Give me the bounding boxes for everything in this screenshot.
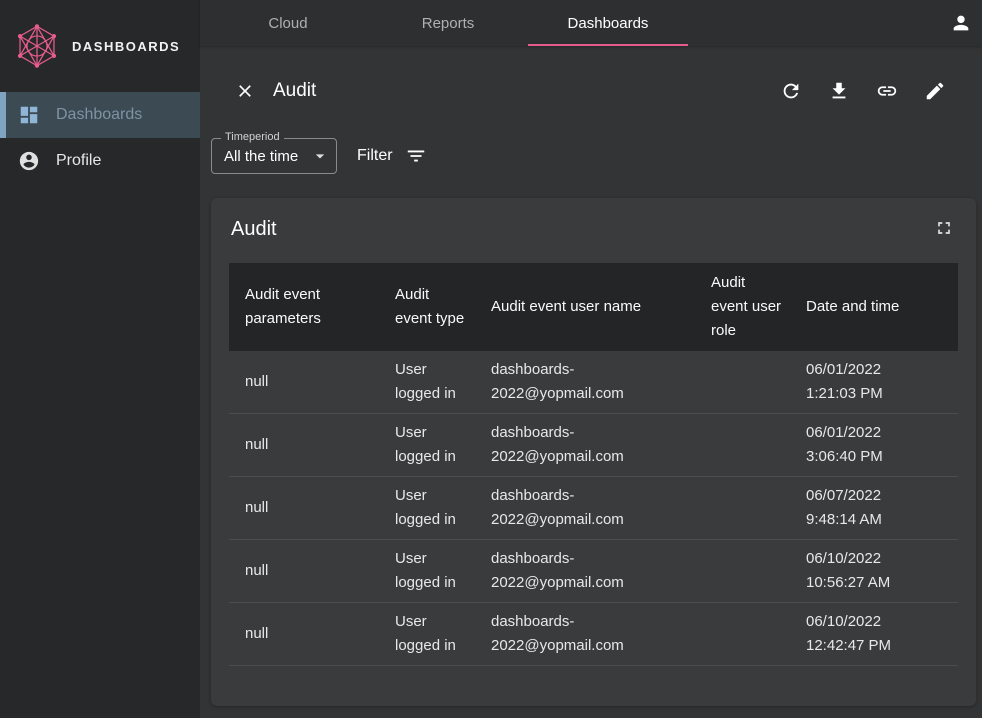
column-header-user-role: Audit event user role [695, 263, 790, 351]
timeperiod-value: All the time [224, 148, 298, 165]
refresh-icon[interactable] [780, 80, 802, 102]
brand: DASHBOARDS [0, 0, 200, 92]
cell-role [695, 414, 790, 477]
sidebar: DASHBOARDS Dashboards Profile [0, 0, 200, 718]
table-row: null User logged in dashboards-2022@yopm… [229, 603, 958, 666]
account-icon[interactable] [950, 12, 972, 34]
cell-params: null [229, 603, 379, 666]
link-icon[interactable] [876, 80, 898, 102]
chevron-down-icon [310, 146, 330, 166]
dashboard-grid-icon [18, 104, 40, 126]
filter-list-icon[interactable] [405, 145, 427, 167]
audit-table: Audit event parameters Audit event type … [229, 263, 958, 666]
tab-reports[interactable]: Reports [368, 0, 528, 46]
cell-type: User logged in [379, 603, 475, 666]
cell-role [695, 351, 790, 414]
download-icon[interactable] [828, 80, 850, 102]
timeperiod-label: Timeperiod [221, 131, 284, 143]
cell-user: dashboards-2022@yopmail.com [475, 540, 695, 603]
cell-time: 9:48:14 AM [806, 508, 950, 532]
cell-date: 06/10/2022 [806, 547, 950, 571]
cell-type: User logged in [379, 351, 475, 414]
profile-icon [18, 150, 40, 172]
cell-date: 06/01/2022 [806, 421, 950, 445]
edit-icon[interactable] [924, 80, 946, 102]
main-column: Cloud Reports Dashboards Audit [200, 0, 982, 718]
cell-type: User logged in [379, 477, 475, 540]
column-header-type: Audit event type [379, 263, 475, 351]
header-actions [780, 80, 946, 102]
table-row: null User logged in dashboards-2022@yopm… [229, 414, 958, 477]
cell-datetime: 06/10/2022 10:56:27 AM [790, 540, 958, 603]
cell-params: null [229, 540, 379, 603]
sidebar-item-profile[interactable]: Profile [0, 138, 200, 184]
table-row: null User logged in dashboards-2022@yopm… [229, 351, 958, 414]
table-row: null User logged in dashboards-2022@yopm… [229, 540, 958, 603]
fullscreen-icon[interactable] [934, 218, 954, 238]
column-header-parameters: Audit event parameters [229, 263, 379, 351]
page-title: Audit [273, 80, 316, 102]
cell-datetime: 06/07/2022 9:48:14 AM [790, 477, 958, 540]
sidebar-item-label: Profile [56, 152, 101, 170]
cell-date: 06/10/2022 [806, 610, 950, 634]
cell-user: dashboards-2022@yopmail.com [475, 351, 695, 414]
cell-user: dashboards-2022@yopmail.com [475, 477, 695, 540]
cell-params: null [229, 351, 379, 414]
cell-role [695, 477, 790, 540]
panel-title: Audit [231, 218, 277, 241]
filter-row: Timeperiod All the time Filter [211, 138, 976, 174]
filter-button-label[interactable]: Filter [357, 147, 393, 165]
timeperiod-select[interactable]: Timeperiod All the time [211, 138, 337, 174]
cell-params: null [229, 477, 379, 540]
cell-type: User logged in [379, 414, 475, 477]
sidebar-item-dashboards[interactable]: Dashboards [0, 92, 200, 138]
audit-panel-header: Audit [229, 218, 958, 241]
content-area: Audit [200, 46, 982, 718]
tab-cloud[interactable]: Cloud [208, 0, 368, 46]
audit-panel: Audit Audit event parameters Audit event… [211, 198, 976, 706]
cell-datetime: 06/10/2022 12:42:47 PM [790, 603, 958, 666]
cell-type: User logged in [379, 540, 475, 603]
top-tab-bar: Cloud Reports Dashboards [200, 0, 982, 46]
brand-logo-icon [14, 23, 60, 69]
cell-time: 12:42:47 PM [806, 634, 950, 658]
cell-time: 3:06:40 PM [806, 445, 950, 469]
cell-date: 06/07/2022 [806, 484, 950, 508]
cell-time: 10:56:27 AM [806, 571, 950, 595]
cell-date: 06/01/2022 [806, 358, 950, 382]
cell-role [695, 540, 790, 603]
brand-name: DASHBOARDS [72, 39, 180, 54]
table-row: null User logged in dashboards-2022@yopm… [229, 477, 958, 540]
table-header-row: Audit event parameters Audit event type … [229, 263, 958, 351]
sidebar-item-label: Dashboards [56, 106, 142, 124]
cell-role [695, 603, 790, 666]
tab-dashboards[interactable]: Dashboards [528, 0, 688, 46]
view-header: Audit [211, 72, 976, 110]
cell-time: 1:21:03 PM [806, 382, 950, 406]
column-header-user-name: Audit event user name [475, 263, 695, 351]
cell-params: null [229, 414, 379, 477]
cell-user: dashboards-2022@yopmail.com [475, 414, 695, 477]
cell-datetime: 06/01/2022 3:06:40 PM [790, 414, 958, 477]
close-icon[interactable] [235, 81, 255, 101]
cell-user: dashboards-2022@yopmail.com [475, 603, 695, 666]
column-header-date-time: Date and time [790, 263, 958, 351]
cell-datetime: 06/01/2022 1:21:03 PM [790, 351, 958, 414]
